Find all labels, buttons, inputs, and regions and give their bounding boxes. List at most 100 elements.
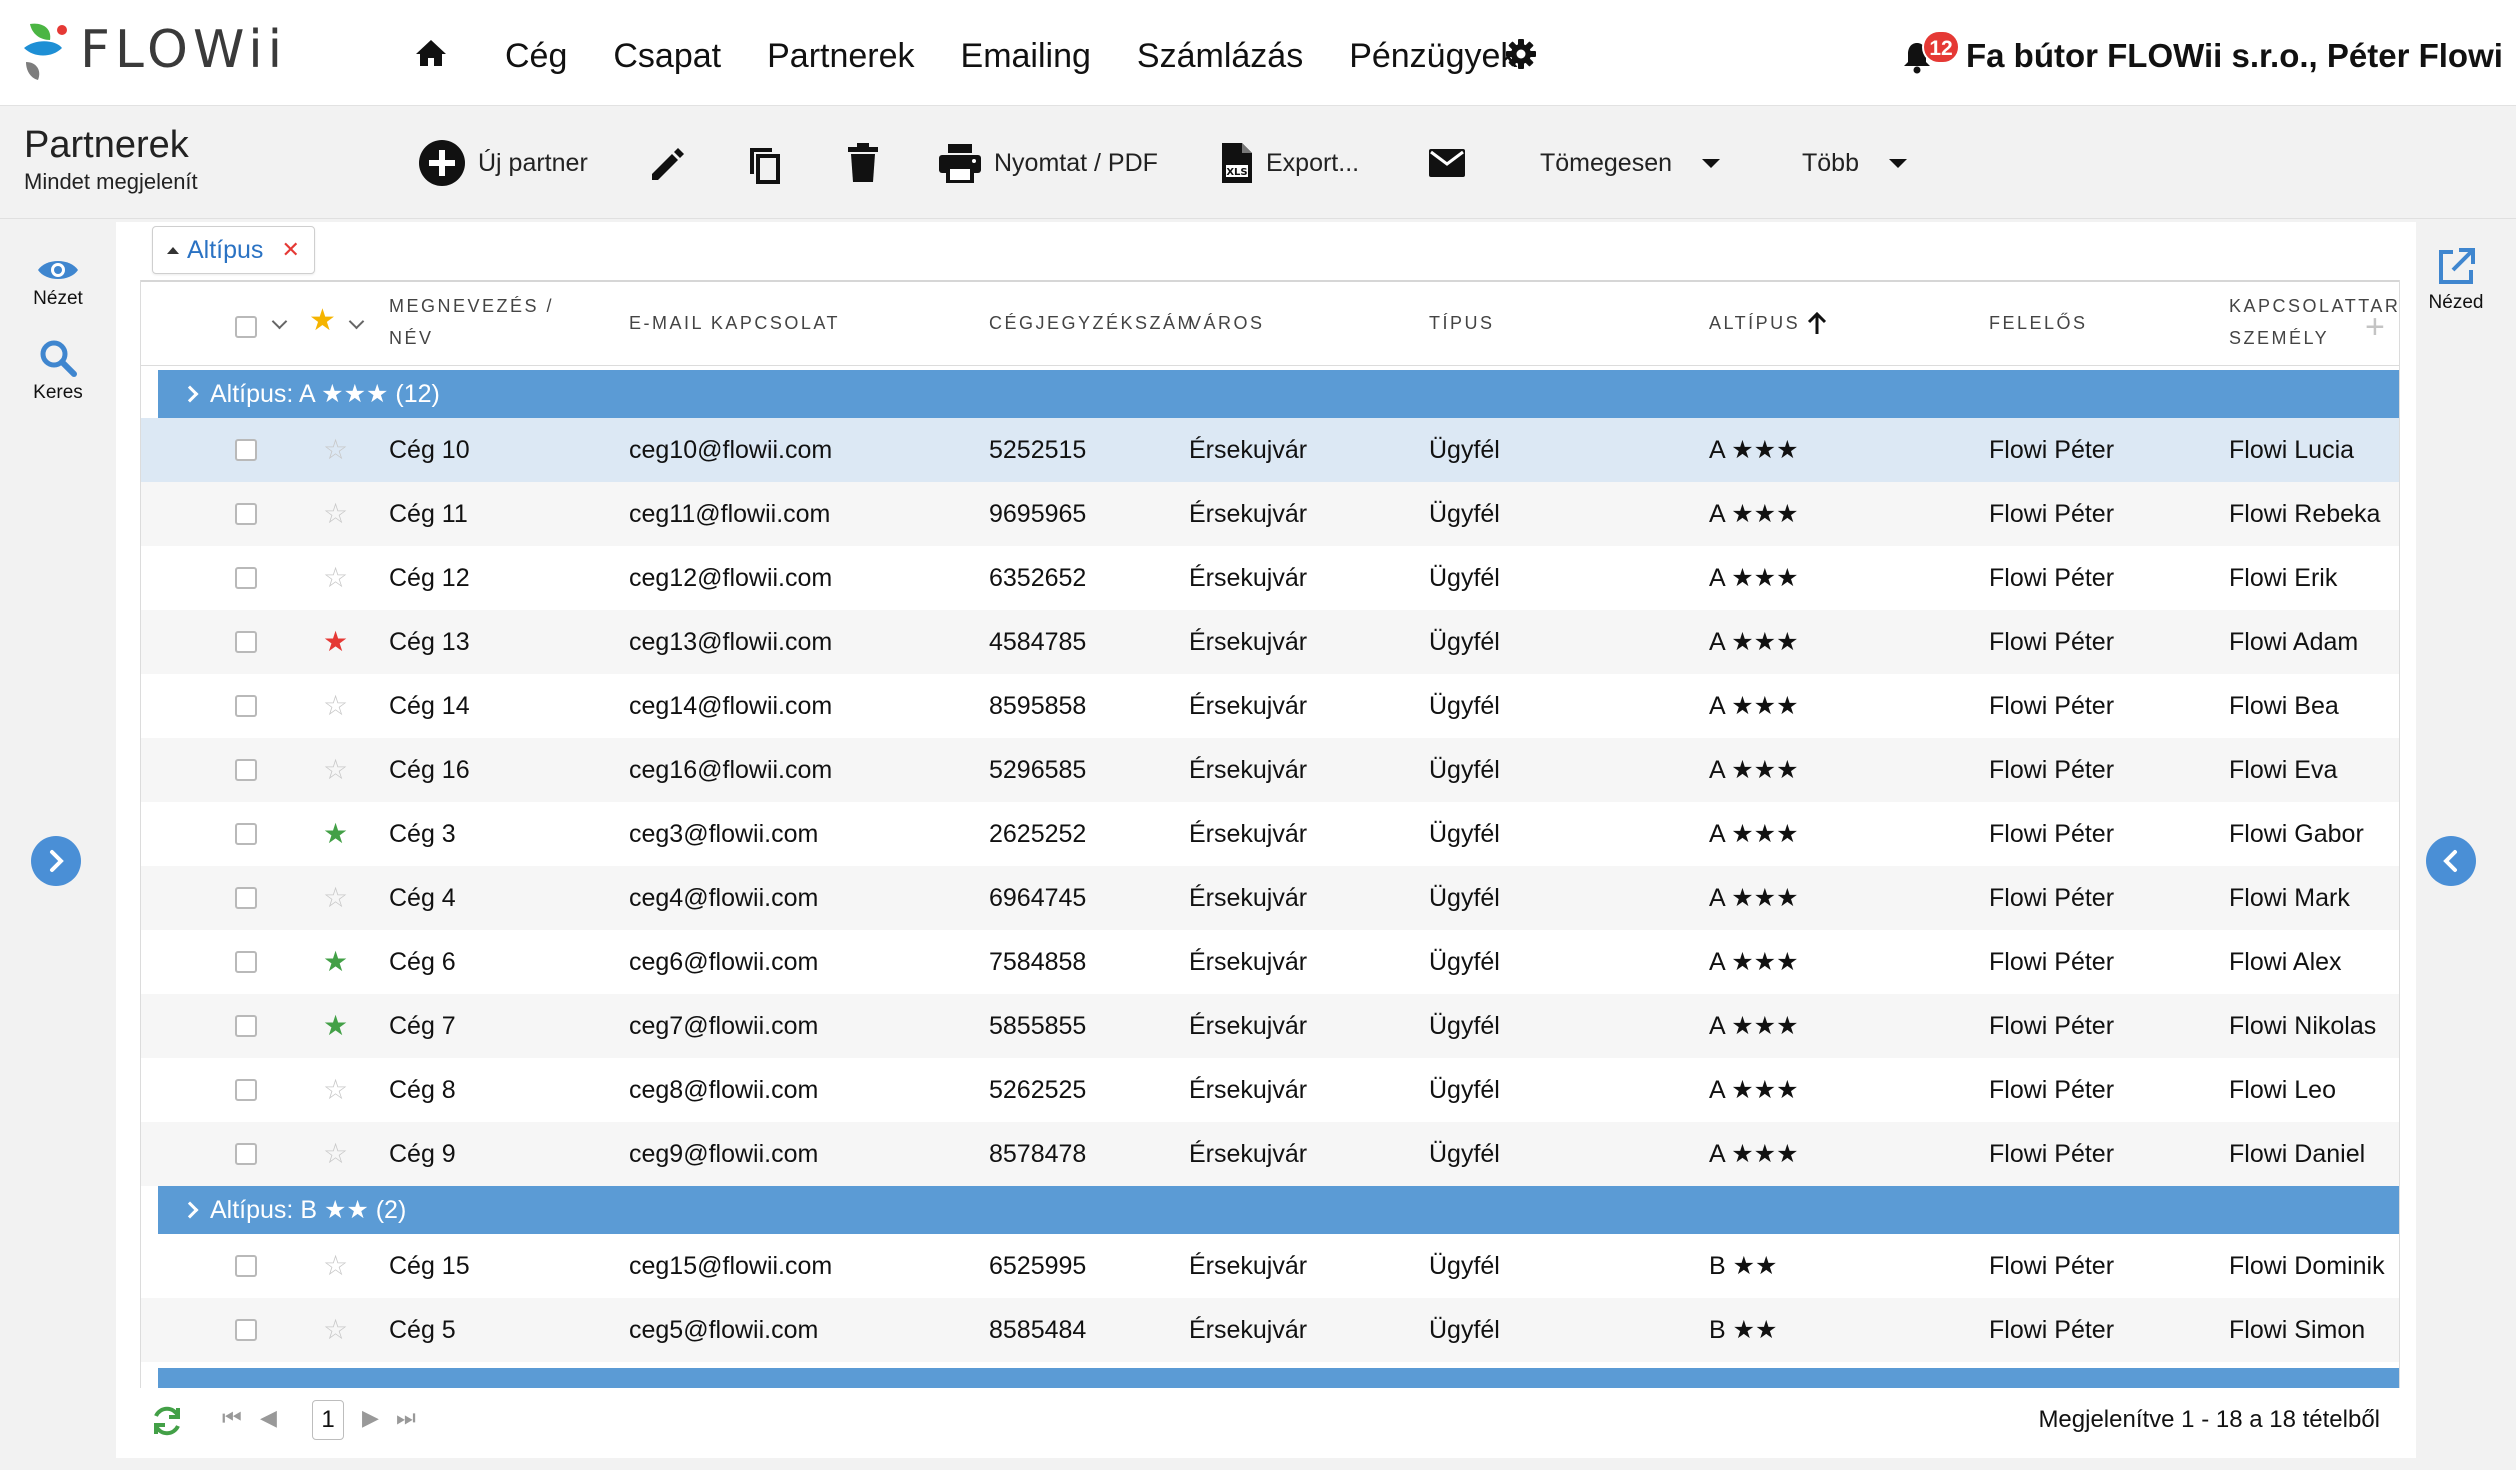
table-row[interactable]: ★ Cég 6 ceg6@flowii.com 7584858 Érsekujvár Üg… <box>141 930 2399 994</box>
star-outline-icon[interactable]: ☆ <box>323 884 348 912</box>
notifications[interactable]: 12 <box>1902 30 1960 80</box>
cell-email[interactable]: ceg14@flowii.com <box>629 674 832 738</box>
email-button[interactable] <box>1428 137 1478 189</box>
table-row[interactable]: ☆ Cég 9 ceg9@flowii.com 8578478 Érsekujvár Üg… <box>141 1122 2399 1186</box>
star-filled-icon[interactable]: ★ <box>323 820 348 848</box>
row-checkbox[interactable] <box>235 1079 257 1101</box>
star-outline-icon[interactable]: ☆ <box>323 1076 348 1104</box>
star-filled-icon[interactable]: ★ <box>323 628 348 656</box>
row-checkbox[interactable] <box>235 759 257 781</box>
chevron-down-icon[interactable] <box>271 313 288 330</box>
table-row[interactable]: ☆ Cég 12 ceg12@flowii.com 6352652 Érsekujvár… <box>141 546 2399 610</box>
cell-name[interactable]: Cég 8 <box>389 1058 456 1122</box>
row-checkbox[interactable] <box>235 1319 257 1341</box>
delete-button[interactable] <box>846 137 892 189</box>
logo[interactable]: FLOWii <box>22 18 287 82</box>
cell-email[interactable]: ceg13@flowii.com <box>629 610 832 674</box>
refresh-icon[interactable] <box>150 1404 184 1438</box>
search-toggle[interactable]: Keres <box>8 338 108 404</box>
cell-email[interactable]: ceg12@flowii.com <box>629 546 832 610</box>
home-icon[interactable] <box>414 38 448 68</box>
cell-email[interactable]: ceg9@flowii.com <box>629 1122 818 1186</box>
col-header-reg[interactable]: Cégjegyzékszám <box>989 307 1195 339</box>
star-outline-icon[interactable]: ☆ <box>323 756 348 784</box>
cell-name[interactable]: Cég 5 <box>389 1298 456 1362</box>
print-pdf-button[interactable]: Nyomtat / PDF <box>938 137 1158 189</box>
remove-filter-icon[interactable]: ✕ <box>281 237 299 263</box>
export-button[interactable]: XLS Export... <box>1220 137 1359 189</box>
table-row[interactable]: ☆ Cég 14 ceg14@flowii.com 8595858 Érsekujvár… <box>141 674 2399 738</box>
edit-button[interactable] <box>648 137 698 189</box>
nav-item-csapat[interactable]: Csapat <box>613 30 721 82</box>
row-checkbox[interactable] <box>235 439 257 461</box>
first-page-icon[interactable]: ⏮ <box>222 1405 242 1431</box>
col-header-subtype[interactable]: Altípus <box>1709 307 1828 339</box>
prev-page-icon[interactable]: ◀ <box>260 1405 277 1431</box>
row-checkbox[interactable] <box>235 695 257 717</box>
table-row[interactable]: ☆ Cég 10 ceg10@flowii.com 5252515 Érsekujvár… <box>141 418 2399 482</box>
next-page-icon[interactable]: ▶ <box>362 1405 379 1431</box>
row-checkbox[interactable] <box>235 1143 257 1165</box>
current-page[interactable]: 1 <box>312 1400 344 1440</box>
star-outline-icon[interactable]: ☆ <box>323 436 348 464</box>
row-checkbox[interactable] <box>235 823 257 845</box>
nav-item-partnerek[interactable]: Partnerek <box>767 30 914 82</box>
cell-name[interactable]: Cég 12 <box>389 546 470 610</box>
row-checkbox[interactable] <box>235 951 257 973</box>
group-header[interactable]: Altípus: B ★★ (2) <box>158 1186 2399 1234</box>
view-toggle[interactable]: Nézet <box>8 256 108 310</box>
cell-email[interactable]: ceg3@flowii.com <box>629 802 818 866</box>
cell-email[interactable]: ceg6@flowii.com <box>629 930 818 994</box>
row-checkbox[interactable] <box>235 631 257 653</box>
table-row[interactable]: ★ Cég 13 ceg13@flowii.com 4584785 Érsekujvár… <box>141 610 2399 674</box>
row-checkbox[interactable] <box>235 567 257 589</box>
cell-name[interactable]: Cég 4 <box>389 866 456 930</box>
star-outline-icon[interactable]: ☆ <box>323 1252 348 1280</box>
nav-item-szamlazas[interactable]: Számlázás <box>1137 30 1303 82</box>
star-outline-icon[interactable]: ☆ <box>323 564 348 592</box>
star-outline-icon[interactable]: ☆ <box>323 1140 348 1168</box>
table-row[interactable]: ★ Cég 7 ceg7@flowii.com 5855855 Érsekujvár Üg… <box>141 994 2399 1058</box>
star-outline-icon[interactable]: ☆ <box>323 1316 348 1344</box>
table-row[interactable]: ☆ Cég 15 ceg15@flowii.com 6525995 Érsekujvár… <box>141 1234 2399 1298</box>
col-header-email[interactable]: E-mail kapcsolat <box>629 307 840 339</box>
cell-email[interactable]: ceg4@flowii.com <box>629 866 818 930</box>
more-dropdown[interactable]: Több <box>1802 137 1907 189</box>
row-checkbox[interactable] <box>235 503 257 525</box>
col-header-name[interactable]: Megnevezés / Név <box>389 290 554 354</box>
cell-name[interactable]: Cég 7 <box>389 994 456 1058</box>
cell-email[interactable]: ceg15@flowii.com <box>629 1234 832 1298</box>
cell-email[interactable]: ceg11@flowii.com <box>629 482 830 546</box>
table-row[interactable]: ★ Cég 3 ceg3@flowii.com 2625252 Érsekujvár Üg… <box>141 802 2399 866</box>
cell-name[interactable]: Cég 13 <box>389 610 470 674</box>
add-column-icon[interactable]: + <box>2365 310 2385 344</box>
cell-name[interactable]: Cég 14 <box>389 674 470 738</box>
open-external-button[interactable]: Nézed <box>2406 246 2506 314</box>
group-header-collapsed[interactable] <box>158 1368 2399 1388</box>
star-filled-icon[interactable]: ★ <box>323 948 348 976</box>
row-checkbox[interactable] <box>235 1015 257 1037</box>
cell-name[interactable]: Cég 15 <box>389 1234 470 1298</box>
group-header[interactable]: Altípus: A ★★★ (12) <box>158 370 2399 418</box>
col-header-type[interactable]: Típus <box>1429 307 1495 339</box>
row-checkbox[interactable] <box>235 887 257 909</box>
bulk-dropdown[interactable]: Tömegesen <box>1540 137 1721 189</box>
cell-name[interactable]: Cég 9 <box>389 1122 456 1186</box>
cell-email[interactable]: ceg8@flowii.com <box>629 1058 818 1122</box>
expand-left-button[interactable] <box>31 836 81 886</box>
col-header-city[interactable]: Város <box>1189 307 1265 339</box>
cell-email[interactable]: ceg10@flowii.com <box>629 418 832 482</box>
cell-name[interactable]: Cég 6 <box>389 930 456 994</box>
chevron-down-icon[interactable] <box>348 313 365 330</box>
filter-chip-altipus[interactable]: Altípus ✕ <box>152 226 315 274</box>
cell-email[interactable]: ceg7@flowii.com <box>629 994 818 1058</box>
cell-email[interactable]: ceg16@flowii.com <box>629 738 832 802</box>
select-all-checkbox[interactable] <box>235 316 257 338</box>
table-row[interactable]: ☆ Cég 8 ceg8@flowii.com 5262525 Érsekujvár Üg… <box>141 1058 2399 1122</box>
nav-item-emailing[interactable]: Emailing <box>961 30 1091 82</box>
table-row[interactable]: ☆ Cég 4 ceg4@flowii.com 6964745 Érsekujvár Üg… <box>141 866 2399 930</box>
cell-name[interactable]: Cég 10 <box>389 418 470 482</box>
cell-name[interactable]: Cég 11 <box>389 482 468 546</box>
col-header-owner[interactable]: Felelős <box>1989 307 2088 339</box>
new-partner-button[interactable]: Új partner <box>418 137 588 189</box>
